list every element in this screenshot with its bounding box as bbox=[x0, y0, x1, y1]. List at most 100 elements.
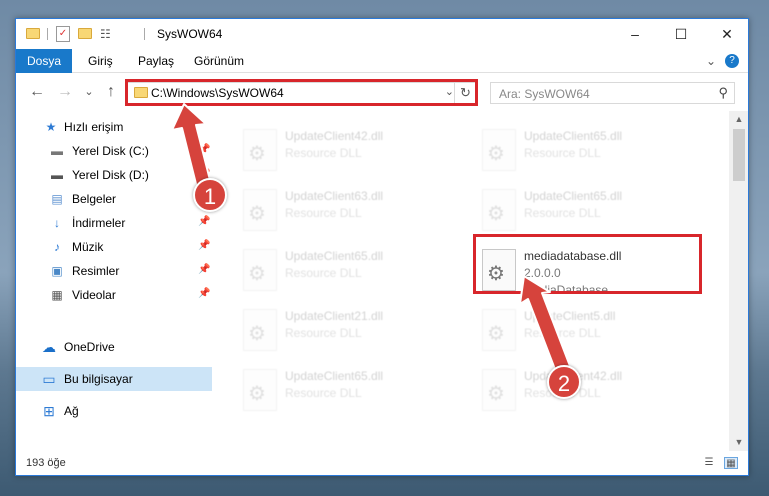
sidebar-item-onedrive[interactable]: ☁ OneDrive bbox=[16, 335, 212, 359]
dll-file-icon: ⚙ bbox=[482, 189, 516, 231]
file-item[interactable]: ⚙ UpdateClient5.dll Resource DLL bbox=[472, 305, 702, 359]
file-name: UpdateClient42.dll bbox=[285, 129, 384, 143]
dll-file-icon: ⚙ bbox=[482, 129, 516, 171]
sidebar-item-label: Videolar bbox=[72, 288, 116, 302]
file-item[interactable]: ⚙ UpdateClient65.dll Resource DLL bbox=[233, 245, 463, 299]
back-button[interactable]: ← bbox=[28, 83, 46, 101]
maximize-button[interactable]: ☐ bbox=[658, 19, 704, 49]
sidebar-item-label: Yerel Disk (D:) bbox=[72, 168, 149, 182]
tab-share[interactable]: Paylaş bbox=[128, 49, 184, 73]
sidebar-item-pictures[interactable]: ▣ Resimler 📌 bbox=[16, 259, 212, 283]
step-1-badge: 1 bbox=[193, 178, 227, 212]
tab-view[interactable]: Görünüm bbox=[184, 49, 254, 73]
search-icon: ⚲ bbox=[718, 85, 728, 100]
item-count: 193 öğe bbox=[26, 457, 66, 469]
file-item[interactable]: ⚙ UpdateClient63.dll Resource DLL bbox=[233, 185, 463, 239]
separator bbox=[47, 28, 48, 40]
pin-icon[interactable]: 📌 bbox=[198, 288, 210, 299]
properties-icon[interactable]: ✓ bbox=[56, 26, 70, 42]
download-icon: ↓ bbox=[54, 216, 60, 230]
address-highlight-box bbox=[125, 79, 478, 106]
file-description: Resource DLL bbox=[524, 326, 601, 340]
pin-icon[interactable]: 📌 bbox=[198, 240, 210, 251]
scroll-down-arrow[interactable]: ▼ bbox=[729, 434, 748, 451]
drive-icon: ▬ bbox=[51, 168, 63, 182]
documents-icon: ▤ bbox=[51, 192, 63, 206]
window-title: SysWOW64 bbox=[157, 27, 223, 41]
sidebar-item-documents[interactable]: ▤ Belgeler 📌 bbox=[16, 187, 212, 211]
help-icon[interactable]: ? bbox=[725, 54, 739, 68]
dll-file-icon: ⚙ bbox=[243, 129, 277, 171]
forward-button[interactable]: → bbox=[56, 83, 74, 101]
sidebar-item-local-disk-d[interactable]: ▬ Yerel Disk (D:) 📌 bbox=[16, 163, 212, 187]
search-placeholder: Ara: SysWOW64 bbox=[499, 87, 590, 101]
sidebar-item-label: Resimler bbox=[72, 264, 120, 278]
pin-icon[interactable]: 📌 bbox=[198, 264, 210, 275]
step-2-badge: 2 bbox=[547, 365, 581, 399]
tab-home[interactable]: Giriş bbox=[78, 49, 123, 73]
sidebar-item-label: Belgeler bbox=[72, 192, 117, 206]
file-description: Resource DLL bbox=[285, 326, 362, 340]
sidebar-item-label: OneDrive bbox=[64, 340, 115, 354]
file-name: UpdateClient21.dll bbox=[285, 309, 384, 323]
file-description: Resource DLL bbox=[285, 266, 362, 280]
large-icons-view-icon[interactable]: ▦ bbox=[724, 457, 738, 469]
separator bbox=[144, 28, 145, 40]
close-button[interactable]: ✕ bbox=[704, 19, 748, 49]
search-input[interactable]: Ara: SysWOW64 ⚲ bbox=[490, 82, 735, 104]
file-name: UpdateClient65.dll bbox=[285, 369, 384, 383]
file-highlight-box bbox=[473, 234, 702, 294]
sidebar-item-label: Yerel Disk (C:) bbox=[72, 144, 149, 158]
pictures-icon: ▣ bbox=[51, 264, 63, 278]
sidebar-item-network[interactable]: ⊞ Ağ bbox=[16, 399, 212, 423]
file-item[interactable]: ⚙ UpdateClient21.dll Resource DLL bbox=[233, 305, 463, 359]
ribbon-tabs: Dosya Giriş Paylaş Görünüm ⌄ ? bbox=[16, 49, 748, 73]
details-view-icon[interactable]: ☰ bbox=[702, 457, 716, 469]
star-icon: ★ bbox=[45, 120, 57, 134]
pin-icon[interactable]: 📌 bbox=[198, 216, 210, 227]
drive-icon: ▬ bbox=[51, 144, 63, 158]
dll-file-icon: ⚙ bbox=[243, 369, 277, 411]
customize-toolbar-icon[interactable]: ☷ bbox=[100, 26, 118, 42]
computer-icon: ▭ bbox=[42, 371, 56, 387]
sidebar-item-quick-access[interactable]: ★ Hızlı erişim bbox=[16, 115, 212, 139]
sidebar-item-downloads[interactable]: ↓ İndirmeler 📌 bbox=[16, 211, 212, 235]
file-name: UpdateClient65.dll bbox=[524, 189, 623, 203]
sidebar-item-videos[interactable]: ▦ Videolar 📌 bbox=[16, 283, 212, 307]
minimize-button[interactable]: – bbox=[612, 19, 658, 49]
file-description: Resource DLL bbox=[285, 146, 362, 160]
recent-locations-button[interactable]: ⌄ bbox=[80, 83, 98, 101]
file-description: Resource DLL bbox=[524, 146, 601, 160]
scroll-thumb[interactable] bbox=[733, 129, 745, 181]
dll-file-icon: ⚙ bbox=[482, 309, 516, 351]
file-name: UpdateClient63.dll bbox=[285, 189, 384, 203]
file-item[interactable]: ⚙ UpdateClient42.dll Resource DLL bbox=[233, 125, 463, 179]
file-description: Resource DLL bbox=[524, 206, 601, 220]
sidebar-item-local-disk-c[interactable]: ▬ Yerel Disk (C:) 📌 bbox=[16, 139, 212, 163]
file-item[interactable]: ⚙ UpdateClient42.dll Resource DLL bbox=[472, 365, 702, 419]
vertical-scrollbar[interactable]: ▲ ▼ bbox=[729, 111, 748, 451]
sidebar-item-label: Ağ bbox=[64, 404, 79, 418]
file-item[interactable]: ⚙ UpdateClient65.dll Resource DLL bbox=[472, 185, 702, 239]
dll-file-icon: ⚙ bbox=[243, 309, 277, 351]
file-description: Resource DLL bbox=[285, 206, 362, 220]
pin-icon[interactable]: 📌 bbox=[198, 144, 210, 155]
scroll-up-arrow[interactable]: ▲ bbox=[729, 111, 748, 128]
ribbon-expand-icon[interactable]: ⌄ bbox=[696, 49, 726, 73]
file-description: Resource DLL bbox=[285, 386, 362, 400]
up-button[interactable]: ↑ bbox=[102, 83, 120, 101]
file-item[interactable]: ⚙ UpdateClient65.dll Resource DLL bbox=[233, 365, 463, 419]
dll-file-icon: ⚙ bbox=[243, 249, 277, 291]
new-folder-icon[interactable] bbox=[78, 26, 92, 42]
cloud-icon: ☁ bbox=[42, 339, 56, 355]
sidebar-item-this-pc[interactable]: ▭ Bu bilgisayar bbox=[16, 367, 212, 391]
sidebar-item-music[interactable]: ♪ Müzik 📌 bbox=[16, 235, 212, 259]
file-item[interactable]: ⚙ UpdateClient65.dll Resource DLL bbox=[472, 125, 702, 179]
sidebar-item-label: Bu bilgisayar bbox=[64, 372, 133, 386]
file-name: UpdateClient65.dll bbox=[524, 129, 623, 143]
network-icon: ⊞ bbox=[43, 403, 55, 419]
file-name: UpdateClient65.dll bbox=[285, 249, 384, 263]
tab-file[interactable]: Dosya bbox=[16, 49, 72, 73]
sidebar-item-label: İndirmeler bbox=[72, 216, 126, 230]
videos-icon: ▦ bbox=[51, 288, 63, 302]
